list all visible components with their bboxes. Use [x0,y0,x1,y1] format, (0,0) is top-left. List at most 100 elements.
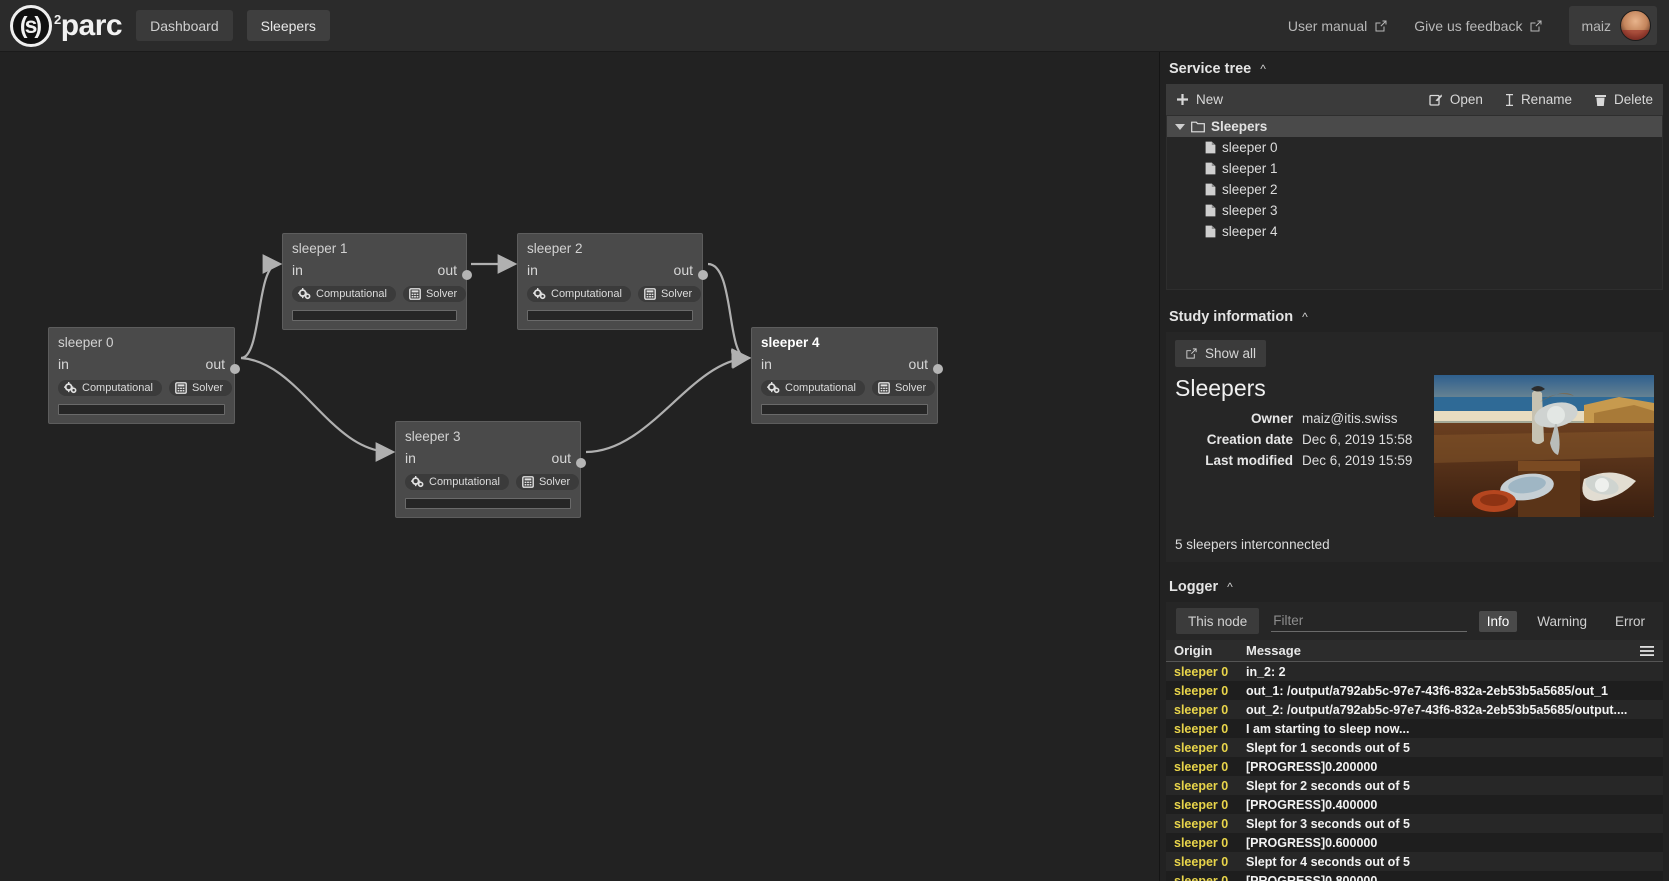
log-row[interactable]: sleeper 0 Slept for 1 seconds out of 5 [1166,738,1663,757]
tree-item-label: sleeper 2 [1222,182,1278,197]
log-row[interactable]: sleeper 0 in_2: 2 [1166,662,1663,681]
log-filter-input[interactable] [1271,610,1467,632]
log-level-info-button[interactable]: Info [1478,610,1518,632]
study-info-title: Study information [1169,309,1294,325]
nav-sleepers-button[interactable]: Sleepers [246,10,330,41]
log-origin: sleeper 0 [1174,778,1229,793]
user-menu-button[interactable]: maiz [1569,6,1657,45]
chip-solver[interactable]: Solver [168,380,233,396]
external-link-icon [1530,20,1542,31]
chip-solver[interactable]: Solver [515,474,580,490]
nav-dashboard-button[interactable]: Dashboard [136,10,233,41]
node-input-port[interactable]: in [527,262,538,278]
tree-root-row[interactable]: Sleepers [1167,116,1662,137]
study-meta-rows: Owner maiz@itis.swiss Creation date Dec 6, … [1175,408,1422,471]
new-node-button[interactable]: New [1176,92,1223,107]
file-icon [1205,162,1216,175]
log-row[interactable]: sleeper 0 out_1: /output/a792ab5c-97e7-43… [1166,681,1663,700]
log-message: Slept for 4 seconds out of 5 [1246,854,1410,869]
logger-table[interactable]: Origin Message sleeper 0 in_2: 2 sleeper 0… [1166,640,1663,881]
node-output-port[interactable]: out [909,356,928,372]
chip-solver[interactable]: Solver [402,286,467,302]
node-output-port[interactable]: out [206,356,225,372]
delete-label: Delete [1613,92,1653,107]
workflow-node-sleeper-1[interactable]: sleeper 1 in out Computational Solver [282,233,472,330]
log-origin: sleeper 0 [1174,854,1229,869]
chip-computational[interactable]: Computational [292,286,396,302]
logger-panel-header[interactable]: Logger ^ [1160,570,1669,602]
log-row[interactable]: sleeper 0 out_2: /output/a792ab5c-97e7-43… [1166,700,1663,719]
logo-wordmark: 2parc [54,8,123,43]
node-progress-bar [405,498,571,509]
workflow-node-sleeper-3[interactable]: sleeper 3 in out Computational Solver [395,421,586,518]
chip-computational[interactable]: Computational [761,380,865,396]
output-port-handle[interactable] [462,270,472,280]
workflow-node-sleeper-0[interactable]: sleeper 0 in out Computational Solver [48,327,240,424]
logo-word: parc [60,8,123,42]
chip-computational[interactable]: Computational [527,286,631,302]
output-port-handle[interactable] [933,364,943,374]
log-row[interactable]: sleeper 0 Slept for 3 seconds out of 5 [1166,814,1663,833]
persistence-of-memory-image [1434,375,1654,517]
service-tree-panel-header[interactable]: Service tree ^ [1160,52,1669,84]
node-title: sleeper 1 [292,241,348,256]
chip-solver[interactable]: Solver [871,380,936,396]
open-node-button[interactable]: Open [1429,92,1483,107]
tree-item-sleeper-3[interactable]: sleeper 3 [1167,200,1662,221]
node-input-port[interactable]: in [58,356,69,372]
log-row[interactable]: sleeper 0 [PROGRESS]0.600000 [1166,833,1663,852]
chip-solver-label: Solver [894,382,927,394]
chevron-up-icon: ^ [1227,580,1233,594]
tree-item-sleeper-0[interactable]: sleeper 0 [1167,137,1662,158]
log-row[interactable]: sleeper 0 [PROGRESS]0.400000 [1166,795,1663,814]
node-output-port[interactable]: out [674,262,693,278]
log-row[interactable]: sleeper 0 Slept for 2 seconds out of 5 [1166,776,1663,795]
app-logo[interactable]: (s) 2parc [10,4,123,47]
workflow-node-sleeper-2[interactable]: sleeper 2 in out Computational Solver [517,233,708,330]
output-port-handle[interactable] [698,270,708,280]
output-port-handle[interactable] [230,364,240,374]
output-port-handle[interactable] [576,458,586,468]
delete-node-button[interactable]: Delete [1594,92,1653,107]
table-menu-icon[interactable] [1639,645,1655,657]
log-row[interactable]: sleeper 0 I am starting to sleep now... [1166,719,1663,738]
log-row[interactable]: sleeper 0 [PROGRESS]0.800000 [1166,871,1663,881]
workflow-node-sleeper-4[interactable]: sleeper 4 in out Computational Solver [751,327,943,424]
this-node-button[interactable]: This node [1176,608,1260,634]
log-message: [PROGRESS]0.800000 [1246,873,1378,881]
log-origin: sleeper 0 [1174,683,1229,698]
chip-computational[interactable]: Computational [405,474,509,490]
log-row[interactable]: sleeper 0 Slept for 4 seconds out of 5 [1166,852,1663,871]
rename-node-button[interactable]: Rename [1505,92,1572,107]
chip-solver[interactable]: Solver [637,286,702,302]
node-output-port[interactable]: out [438,262,457,278]
expand-triangle-icon[interactable] [1175,123,1185,130]
log-level-warning-button[interactable]: Warning [1529,611,1595,632]
node-output-port[interactable]: out [552,450,571,466]
tree-item-sleeper-4[interactable]: sleeper 4 [1167,221,1662,242]
node-ports: in out [405,450,571,466]
chip-computational[interactable]: Computational [58,380,162,396]
node-input-port[interactable]: in [405,450,416,466]
log-row[interactable]: sleeper 0 [PROGRESS]0.200000 [1166,757,1663,776]
node-input-port[interactable]: in [761,356,772,372]
meta-key: Creation date [1206,432,1293,447]
node-progress-bar [58,404,225,415]
gears-icon [411,476,424,488]
node-input-port[interactable]: in [292,262,303,278]
user-manual-label: User manual [1287,17,1368,34]
node-chips: Computational Solver [292,286,467,302]
log-level-error-button[interactable]: Error [1607,611,1653,632]
tree-item-sleeper-1[interactable]: sleeper 1 [1167,158,1662,179]
study-info-panel-header[interactable]: Study information ^ [1160,300,1669,332]
show-all-button[interactable]: Show all [1175,340,1267,367]
workbench-canvas[interactable]: sleeper 0 in out Computational Solver sleeper… [0,52,1159,830]
gears-icon [298,288,311,300]
chip-solver-label: Solver [538,476,571,488]
service-tree-list[interactable]: Sleepers sleeper 0 sleeper 1 sleeper 2 slee… [1166,115,1663,290]
give-feedback-link[interactable]: Give us feedback [1414,18,1543,34]
tree-item-sleeper-2[interactable]: sleeper 2 [1167,179,1662,200]
file-icon [1205,183,1216,196]
user-manual-link[interactable]: User manual [1288,18,1388,34]
solver-calculator-icon [644,288,656,300]
